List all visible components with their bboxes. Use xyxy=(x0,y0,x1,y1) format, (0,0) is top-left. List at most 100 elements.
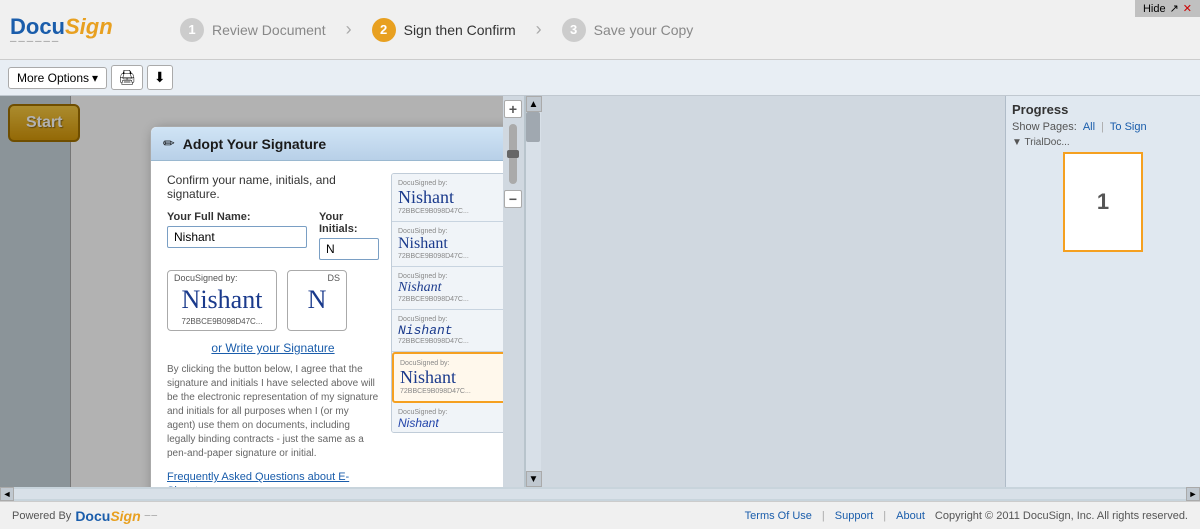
steps-nav: 1 Review Document › 2 Sign then Confirm … xyxy=(160,18,713,42)
sig-choice-3[interactable]: DocuSigned by: Nishant 72BBCE9B098D47C..… xyxy=(392,267,503,310)
about-link[interactable]: About xyxy=(896,510,925,522)
sig-choice-2-label: DocuSigned by: xyxy=(398,228,503,235)
sig-choice-1-sub: 72BBCE9B098D47C... xyxy=(398,208,503,215)
signature-choices-panel[interactable]: DocuSigned by: Nishant 72BBCE9B098D47C..… xyxy=(391,173,503,433)
sig-choice-2[interactable]: DocuSigned by: Nishant 72BBCE9B098D47C..… xyxy=(392,222,503,267)
scroll-up-button[interactable]: ▲ xyxy=(526,96,542,112)
sig-choice-6-label: DocuSigned by: xyxy=(398,409,503,416)
arrow-icon: ↗ xyxy=(1170,2,1179,15)
page-thumbnail-1[interactable]: 1 xyxy=(1063,152,1143,252)
terms-link[interactable]: Terms Of Use xyxy=(745,510,812,522)
sig-choice-4-sub: 72BBCE9B098D47C... xyxy=(398,338,503,345)
toolbar: More Options ▾ 🖨 ⬇ xyxy=(0,60,1200,96)
sig-choice-1-name: Nishant xyxy=(398,187,503,208)
scroll-left-button[interactable]: ◄ xyxy=(0,487,14,501)
print-icon: 🖨 xyxy=(118,69,136,85)
zoom-in-button[interactable]: + xyxy=(504,100,522,118)
faq-link[interactable]: Frequently Asked Questions about E-Signa… xyxy=(167,471,349,487)
initials-box: DS N xyxy=(287,270,347,331)
zoom-slider[interactable] xyxy=(509,124,517,184)
sig-choice-1[interactable]: DocuSigned by: Nishant 72BBCE9B098D47C..… xyxy=(392,174,503,222)
progress-panel: Progress Show Pages: All | To Sign ▼ Tri… xyxy=(1006,96,1200,487)
sig-choice-5-sub: 72BBCE9B098D47C... xyxy=(400,388,503,395)
adopt-signature-modal: ✏ Adopt Your Signature ✕ Confirm your na… xyxy=(150,126,503,487)
initials-input[interactable] xyxy=(319,238,379,260)
sig-choice-4-name: Nishant xyxy=(398,323,503,338)
sig-choice-3-name: Nishant xyxy=(398,280,503,296)
sig-hash: 72BBCE9B098D47C... xyxy=(176,317,268,326)
zoom-scroll-area: + − ▲ ▼ xyxy=(503,96,1006,487)
step-3-num: 3 xyxy=(562,18,586,42)
modal-body: Confirm your name, initials, and signatu… xyxy=(151,161,503,487)
initials-group: Your Initials: xyxy=(319,211,379,260)
more-options-button[interactable]: More Options ▾ xyxy=(8,67,107,89)
step-1-num: 1 xyxy=(180,18,204,42)
full-name-input[interactable] xyxy=(167,226,307,248)
sig-choice-4-label: DocuSigned by: xyxy=(398,316,503,323)
modal-header: ✏ Adopt Your Signature ✕ xyxy=(151,127,503,161)
sig-choice-1-label: DocuSigned by: xyxy=(398,180,503,187)
main-area: Start DocuSign Envelope... Thi Si Ini xyxy=(0,96,1200,487)
sig-choice-4[interactable]: DocuSigned by: Nishant 72BBCE9B098D47C..… xyxy=(392,310,503,352)
scroll-down-button[interactable]: ▼ xyxy=(526,471,542,487)
vertical-scrollbar[interactable]: ▲ ▼ xyxy=(525,96,541,487)
hide-button[interactable]: Hide ↗ ✕ xyxy=(1135,0,1200,17)
modal-title: Adopt Your Signature xyxy=(183,136,326,152)
sig-docusigned-label: DocuSigned by: xyxy=(174,273,238,283)
to-sign-label: ▼ TrialDoc... xyxy=(1012,137,1194,148)
right-panel: Progress Show Pages: All | To Sign ▼ Tri… xyxy=(1005,96,1200,487)
ds-label: DS xyxy=(327,273,340,283)
step-2: 2 Sign then Confirm xyxy=(352,18,536,42)
show-to-sign-link[interactable]: To Sign xyxy=(1110,121,1147,133)
horizontal-scrollbar[interactable]: ◄ ► xyxy=(0,487,1200,501)
support-link[interactable]: Support xyxy=(835,510,874,522)
footer: Powered By DocuSign ── Terms Of Use | Su… xyxy=(0,501,1200,529)
progress-title: Progress xyxy=(1012,102,1194,117)
write-signature-link[interactable]: or Write your Signature xyxy=(167,341,379,355)
legal-text: By clicking the button below, I agree th… xyxy=(167,363,379,461)
scroll-thumb-v[interactable] xyxy=(526,112,540,142)
more-options-label: More Options xyxy=(17,71,89,85)
sig-choice-2-name: Nishant xyxy=(398,235,503,253)
step-1: 1 Review Document xyxy=(160,18,346,42)
step-3: 3 Save your Copy xyxy=(542,18,714,42)
full-name-group: Your Full Name: xyxy=(167,211,307,260)
document-area: Start DocuSign Envelope... Thi Si Ini xyxy=(0,96,503,487)
name-fields-row: Your Full Name: Your Initials: xyxy=(167,211,379,260)
download-button[interactable]: ⬇ xyxy=(147,65,173,90)
print-button[interactable]: 🖨 xyxy=(111,65,143,90)
show-all-link[interactable]: All xyxy=(1083,121,1095,133)
logo-main: DocuSign xyxy=(10,14,113,39)
close-icon: ✕ xyxy=(1183,2,1192,15)
zoom-out-button[interactable]: − xyxy=(504,190,522,208)
footer-links: Terms Of Use | Support | About Copyright… xyxy=(745,510,1188,522)
sig-choice-3-label: DocuSigned by: xyxy=(398,273,503,280)
docusign-logo: DocuSign ────── xyxy=(10,14,130,46)
sig-choice-5[interactable]: DocuSigned by: Nishant 72BBCE9B098D47C..… xyxy=(392,352,503,403)
sig-choice-6[interactable]: DocuSigned by: Nishant xyxy=(392,403,503,433)
sig-choice-3-sub: 72BBCE9B098D47C... xyxy=(398,296,503,303)
full-name-label: Your Full Name: xyxy=(167,211,307,223)
modal-left-panel: Confirm your name, initials, and signatu… xyxy=(167,173,379,487)
scroll-right-button[interactable]: ► xyxy=(1186,487,1200,501)
zoom-controls: + − xyxy=(503,96,525,487)
page-number: 1 xyxy=(1097,189,1109,215)
pen-icon: ✏ xyxy=(163,135,175,152)
show-pages-row: Show Pages: All | To Sign xyxy=(1012,121,1194,133)
initials-label: Your Initials: xyxy=(319,211,379,235)
hide-label: Hide xyxy=(1143,3,1166,15)
sig-choice-6-name: Nishant xyxy=(398,416,503,430)
step-3-label: Save your Copy xyxy=(594,22,694,38)
step-2-num: 2 xyxy=(372,18,396,42)
signature-preview-container: DocuSigned by: Nishant 72BBCE9B098D47C..… xyxy=(167,270,379,331)
signature-box: DocuSigned by: Nishant 72BBCE9B098D47C..… xyxy=(167,270,277,331)
step-2-label: Sign then Confirm xyxy=(404,22,516,38)
scroll-track-v xyxy=(526,112,541,471)
zoom-thumb xyxy=(507,150,519,158)
sig-choice-5-name: Nishant xyxy=(400,367,503,388)
powered-by: Powered By DocuSign ── xyxy=(12,508,158,524)
download-icon: ⬇ xyxy=(154,69,166,85)
chevron-down-icon: ▾ xyxy=(92,71,98,85)
show-pages-label: Show Pages: xyxy=(1012,121,1077,133)
h-scroll-track xyxy=(14,489,1186,499)
